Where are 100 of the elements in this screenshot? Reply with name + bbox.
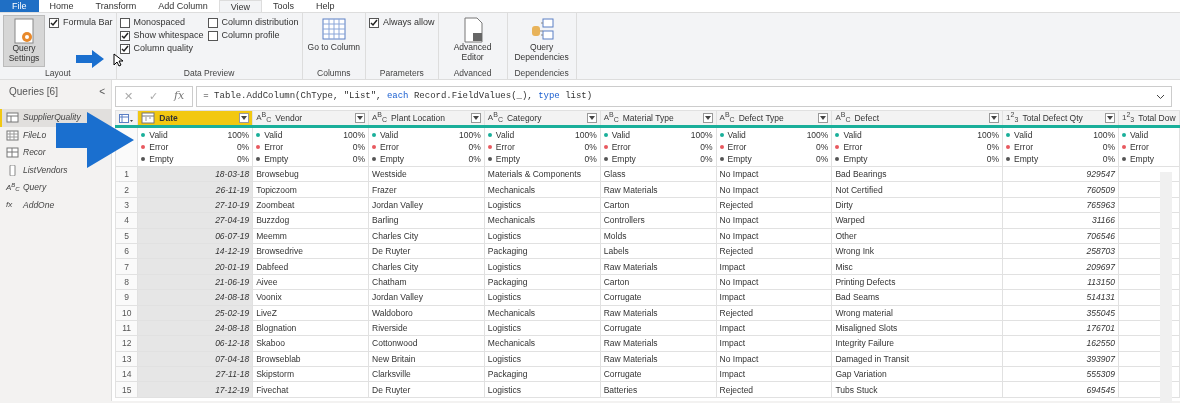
quality-label: Error [495,141,515,153]
checkbox-label: Formula Bar [63,17,113,28]
table-cell: Batteries [600,381,717,398]
quality-value: 100% [977,129,1000,141]
table-cell: No Impact [716,212,832,229]
table-cell: Raw Materials [600,335,717,352]
quality-value: 0% [352,141,365,153]
quality-label: Empty [149,153,174,165]
table-cell: Logistics [484,351,601,367]
table-cell: Logistics [484,320,601,336]
table-cell: Skipstorm [252,366,369,382]
table-cell: Glass [600,166,717,182]
dropdown-button[interactable] [586,113,597,123]
checkbox[interactable] [207,30,218,41]
quality-value: 100% [459,129,481,141]
query-item[interactable]: Recor [0,144,48,162]
checkbox[interactable] [119,17,130,28]
ribbon-tab[interactable]: Help [305,0,346,12]
table-menu-icon[interactable] [119,113,133,124]
table-cell: No Impact [716,228,832,244]
table-cell: Rejected [716,243,832,259]
ribbon-tab[interactable]: Tools [262,0,306,12]
checkbox-label: Column distribution [221,17,299,28]
table-cell: Browsedrive [252,243,369,259]
table-cell: 694545 [1002,381,1119,398]
table-cell: Impact [716,335,832,352]
dropdown-button[interactable] [702,113,713,123]
table-cell: Logistics [484,258,601,275]
query-item[interactable]: FileLo [0,126,49,144]
column-header[interactable]: Date [137,110,253,127]
dropdown-button[interactable] [355,113,365,123]
table-cell: Misaligned Slots [831,320,1003,336]
expand-icon[interactable] [1156,93,1165,100]
query-item[interactable]: ListVendors [0,161,70,179]
group-label: Advanced [452,67,493,79]
ribbon-tab[interactable]: Transform [84,0,148,12]
checkbox[interactable] [207,17,218,28]
settings-icon [11,18,37,44]
table-cell: Dirty [831,197,1003,213]
checkbox-label: Show whitespace [133,30,204,41]
table-cell: Labels [600,243,717,259]
quality-label: Empty [1014,153,1039,165]
ribbon-tab[interactable]: Home [38,0,85,12]
table-cell: 355045 [1002,305,1119,321]
collapse-button[interactable]: < [99,84,105,109]
quality-label: Empty [727,153,752,165]
ribbon-button[interactable]: Advanced Editor [441,15,504,67]
query-name: Query [23,181,47,195]
ribbon-tab[interactable]: View [218,0,263,12]
table-cell: 113150 [1002,274,1119,290]
table-cell: Raw Materials [600,305,717,321]
table-cell: Impact [716,366,832,382]
scrollbar[interactable] [1160,172,1172,403]
table-cell: 555309 [1002,366,1119,382]
function-button[interactable]: fx [174,88,185,105]
ribbon-tab[interactable]: Add Column [147,0,219,12]
checkbox[interactable] [369,17,380,28]
quality-value: 0% [236,141,250,153]
table-cell: Warped [831,212,1003,229]
table-cell: Mechanicals [484,305,601,321]
dropdown-button[interactable] [239,113,250,123]
table-cell: De Ruyter [368,243,485,259]
query-name: Recor [23,146,46,160]
table-cell: 765963 [1002,197,1119,213]
quality-value: 0% [986,141,1000,153]
table-cell: Browsebug [252,166,369,182]
table-cell: Packaging [484,274,601,290]
query-item[interactable]: fx AddOne [0,196,57,214]
table-cell: Rejected [716,305,832,321]
ribbon-button[interactable]: Go to Column [305,15,363,67]
table-icon [6,129,19,141]
dropdown-button[interactable] [818,113,829,123]
table-cell: Raw Materials [600,351,717,367]
file-menu[interactable]: File [0,0,39,12]
table-cell: Frazer [368,181,485,198]
checkbox[interactable] [119,30,130,41]
quality-label: Error [727,141,747,153]
dropdown-button[interactable] [989,113,1000,123]
table-cell: Riverside [368,320,485,336]
table-cell: Carton [600,197,717,213]
ribbon-button[interactable]: Query Settings [3,15,45,67]
ribbon-button[interactable]: Query Dependencies [510,15,573,67]
table-cell: 706546 [1002,228,1119,244]
type-label: fx [6,200,14,211]
table-cell: Damaged in Transit [831,351,1003,367]
table-cell: Waldoboro [368,305,485,321]
quality-value: 0% [816,153,829,165]
table-cell: 176701 [1002,320,1119,336]
table-cell: 514131 [1002,289,1119,305]
checkbox[interactable] [119,43,130,54]
table-cell: Impact [716,289,832,305]
checkbox[interactable] [49,17,59,28]
table-cell: Browseblab [252,351,369,367]
dropdown-button[interactable] [470,113,481,123]
formula-field[interactable]: = Table.AddColumn(ChType, "List", each Record.FieldValues(_), type list) [196,86,1172,107]
dropdown-button[interactable] [1104,113,1115,123]
quality-label: Error [611,141,631,153]
table-cell: Tubs Stuck [831,381,1003,398]
table-cell: De Ruyter [368,381,485,398]
table-cell: Logistics [484,289,601,305]
